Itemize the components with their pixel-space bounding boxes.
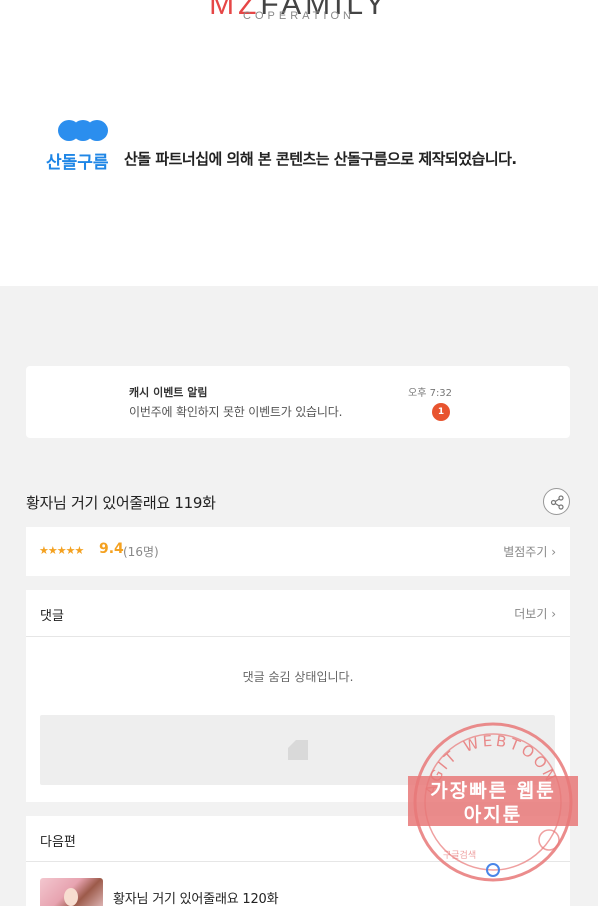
comments-header: 댓글 더보기 › (26, 590, 570, 637)
next-episode-title: 다음편 (40, 835, 76, 850)
next-episode-thumbnail[interactable] (40, 878, 103, 906)
comments-hidden-message: 댓글 숨김 상태입니다. (242, 670, 354, 684)
notification-title: 캐시 이벤트 알림 (129, 386, 208, 399)
rating-bar: ★★★★★ 9.4 (16명) 별점주기 › (26, 527, 570, 576)
share-icon (550, 495, 564, 510)
notification-time: 오후 7:32 (408, 388, 453, 399)
comments-title: 댓글 (40, 609, 64, 624)
rating-votes: (16명) (123, 545, 159, 559)
event-notification[interactable]: 캐시 이벤트 알림 이번주에 확인하지 못한 이벤트가 있습니다. 오후 7:3… (26, 366, 570, 438)
notification-badge: 1 (432, 403, 450, 421)
star-rating-icon: ★★★★★ (39, 544, 84, 557)
comments-section: 댓글 더보기 › 댓글 숨김 상태입니다. (26, 590, 570, 802)
content-credit-section: MZFAMILY COPERATION 산돌구름 산돌 파트너십에 의해 본 콘… (0, 0, 598, 286)
cloud-icon (58, 120, 110, 142)
watermark-line-2: 아지툰 (463, 804, 523, 826)
rate-button[interactable]: 별점주기 › (503, 543, 556, 560)
next-episode-link[interactable]: 황자님 거기 있어줄래요 120화 (113, 888, 279, 906)
brand-name: 산돌구름 (46, 153, 109, 173)
share-button[interactable] (543, 488, 570, 515)
partnership-notice: 산돌 파트너십에 의해 본 콘텐츠는 산돌구름으로 제작되었습니다. (124, 150, 517, 168)
logo-subtitle: COPERATION (243, 10, 355, 22)
next-episode-section: 다음편 황자님 거기 있어줄래요 120화 (26, 816, 570, 906)
placeholder-image-icon (288, 740, 308, 760)
notification-message: 이번주에 확인하지 못한 이벤트가 있습니다. (129, 405, 343, 419)
episode-title: 황자님 거기 있어줄래요 119화 (26, 494, 216, 512)
comments-placeholder (40, 715, 555, 785)
watermark-line-1: 가장빠른 웹툰 (430, 780, 556, 802)
rating-score: 9.4 (99, 541, 124, 557)
comments-more-button[interactable]: 더보기 › (514, 605, 556, 622)
